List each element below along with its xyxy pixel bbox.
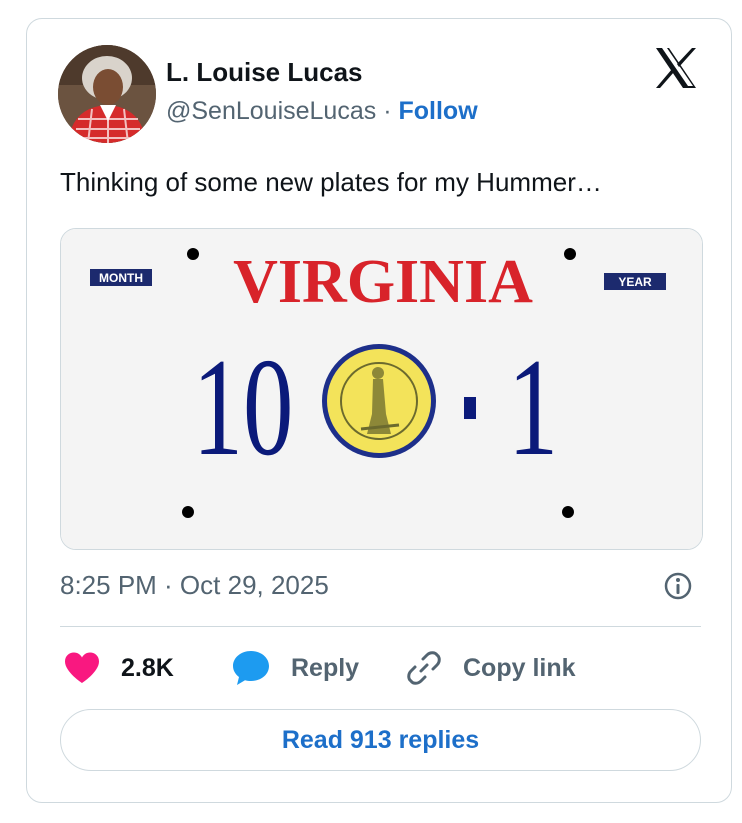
bolt-hole (182, 506, 194, 518)
read-replies-label: Read 913 replies (281, 725, 480, 754)
author-name[interactable]: L. Louise Lucas (166, 57, 363, 88)
bolt-hole (562, 506, 574, 518)
bolt-hole (564, 248, 576, 260)
reply-label: Reply (291, 653, 360, 682)
info-icon[interactable] (663, 571, 693, 601)
plate-number-left: 10 (193, 330, 294, 485)
tweet-card: L. Louise Lucas @SenLouiseLucas · Follow… (26, 18, 732, 803)
x-logo-icon[interactable] (653, 45, 699, 91)
plate-number-right: 1 (508, 330, 558, 485)
plate-state-name: VIRGINIA (233, 248, 533, 316)
author-handle-row: @SenLouiseLucas · Follow (166, 97, 478, 126)
plate-dash (464, 397, 476, 419)
author-handle[interactable]: @SenLouiseLucas (166, 97, 376, 125)
copy-link-label: Copy link (463, 653, 576, 682)
month-sticker-label: MONTH (99, 271, 143, 285)
reply-button[interactable]: Reply (231, 645, 359, 691)
read-replies-button[interactable]: Read 913 replies (60, 709, 701, 771)
like-count: 2.8K (121, 653, 174, 682)
tweet-timestamp[interactable]: 8:25 PM · Oct 29, 2025 (60, 570, 329, 601)
avatar[interactable] (58, 45, 156, 143)
tweet-text: Thinking of some new plates for my Humme… (60, 167, 602, 197)
like-button[interactable]: 2.8K (63, 645, 174, 691)
virginia-seal-icon (322, 344, 436, 458)
heart-icon (65, 652, 99, 683)
tweet-image-license-plate[interactable]: MONTH YEAR VIRGINIA 10 1 (60, 228, 703, 550)
bolt-hole (187, 248, 199, 260)
copy-link-button[interactable]: Copy link (405, 645, 576, 691)
divider (60, 626, 701, 627)
link-icon (407, 651, 441, 685)
year-sticker-label: YEAR (618, 275, 652, 289)
follow-button[interactable]: Follow (398, 97, 477, 125)
speech-bubble-icon (233, 651, 269, 685)
separator-dot: · (383, 97, 392, 125)
